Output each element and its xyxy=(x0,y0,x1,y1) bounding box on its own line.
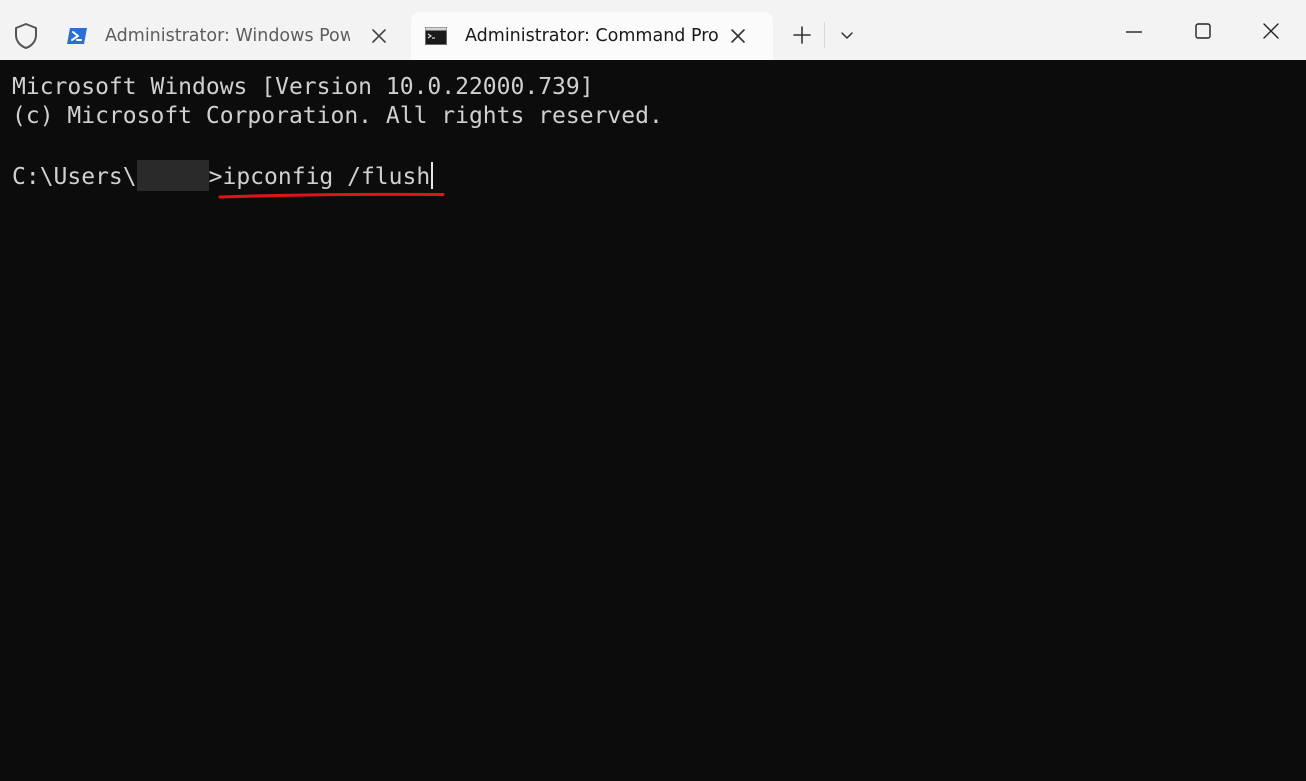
tab-bar-divider xyxy=(824,22,825,48)
terminal-line: (c) Microsoft Corporation. All rights re… xyxy=(12,103,663,129)
close-window-icon[interactable] xyxy=(1248,14,1294,50)
tab-windows-powershell[interactable]: Administrator: Windows Powe xyxy=(54,12,410,60)
maximize-icon[interactable] xyxy=(1180,14,1226,50)
terminal-output[interactable]: Microsoft Windows [Version 10.0.22000.73… xyxy=(0,60,1306,781)
powershell-icon xyxy=(67,28,87,44)
close-tab-icon[interactable] xyxy=(729,27,747,45)
tab-title: Administrator: Command Pro xyxy=(465,26,719,46)
prompt-prefix: C:\Users\ xyxy=(12,164,137,190)
prompt-suffix: > xyxy=(208,164,223,190)
prompt-line: C:\Users\ >ipconfig /flush xyxy=(12,160,434,191)
new-tab-plus-icon[interactable] xyxy=(789,22,815,48)
annotation-underline xyxy=(218,192,445,199)
admin-shield-icon xyxy=(15,23,37,49)
terminal-line: Microsoft Windows [Version 10.0.22000.73… xyxy=(12,74,594,100)
tab-title: Administrator: Windows Powe xyxy=(105,26,350,46)
text-cursor xyxy=(431,162,434,189)
redacted-username xyxy=(136,160,209,191)
typed-command: ipconfig /flush xyxy=(222,164,431,190)
terminal-window: Administrator: Windows Powe Administrato… xyxy=(0,0,1306,781)
title-bar: Administrator: Windows Powe Administrato… xyxy=(0,0,1306,60)
command-prompt-icon xyxy=(425,27,447,45)
close-tab-icon[interactable] xyxy=(370,27,388,45)
minimize-icon[interactable] xyxy=(1111,14,1157,50)
tab-command-prompt[interactable]: Administrator: Command Pro xyxy=(411,12,773,60)
chevron-down-icon[interactable] xyxy=(836,24,858,46)
